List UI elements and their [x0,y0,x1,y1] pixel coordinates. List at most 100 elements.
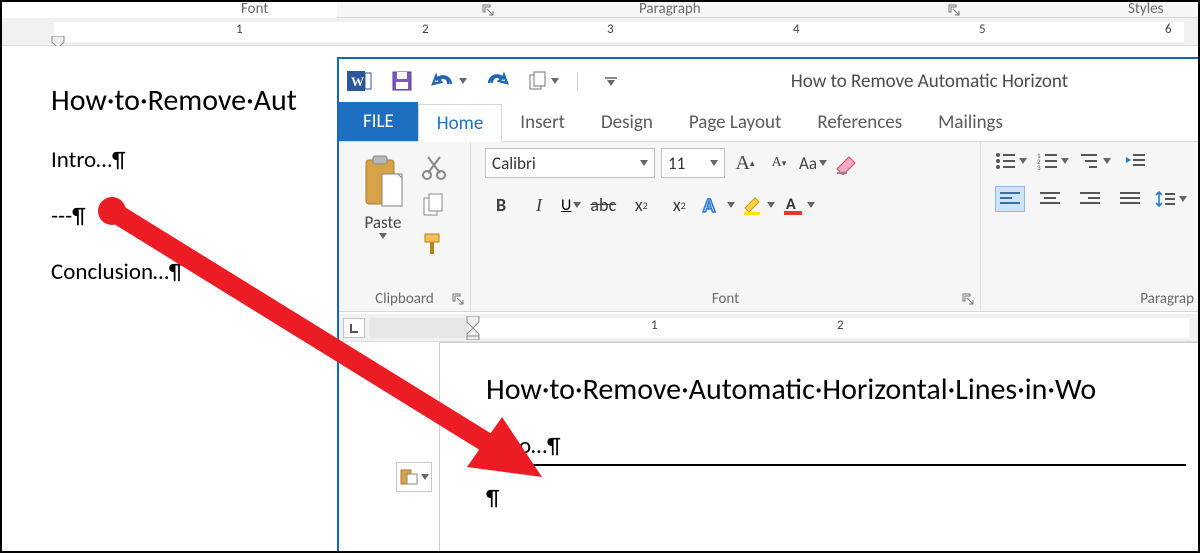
group-paragraph: 123 Paragrap [981,142,1200,311]
clear-formatting-icon[interactable] [833,151,859,175]
paste-icon [360,154,406,210]
shrink-font-button[interactable]: A▾ [765,149,793,177]
font-color-icon: A [781,194,805,216]
svg-text:3: 3 [1037,163,1041,170]
paste-label: Paste [365,212,402,233]
tab-design[interactable]: Design [583,103,671,141]
bg-ruler[interactable]: 1 2 3 4 5 6 [2,18,1200,46]
auto-horizontal-line [486,464,1186,466]
dialog-launcher-icon[interactable] [962,293,974,305]
dropdown-arrow-icon [710,160,718,166]
save-icon[interactable] [391,70,413,92]
bg-ribbon-groups-strip [337,2,1198,18]
font-name-value: Calibri [492,153,536,174]
bullets-icon [995,152,1017,170]
cut-icon[interactable] [421,154,447,180]
paste-options-icon [399,468,419,486]
numbering-icon: 123 [1037,152,1059,170]
bg-doc-title: How·to·Remove·Aut [51,82,297,119]
dropdown-arrow-icon [421,474,429,480]
highlight-icon [741,194,765,216]
dropdown-arrow-icon [640,160,648,166]
tab-file[interactable]: FILE [339,102,418,141]
tab-mailings[interactable]: Mailings [920,103,1021,141]
align-justify-button[interactable] [1115,186,1145,212]
ribbon: Paste Clipboard [339,142,1200,312]
multilevel-list-button[interactable] [1079,152,1111,170]
svg-text:W: W [351,74,364,89]
text-effects-icon: A [701,194,725,216]
documents-icon[interactable] [527,70,549,92]
font-name-combo[interactable]: Calibri [485,148,655,178]
undo-icon[interactable] [431,70,457,92]
undo-split-button[interactable] [431,70,467,92]
align-center-button[interactable] [1035,186,1065,212]
dialog-launcher-icon[interactable] [948,4,960,16]
align-right-button[interactable] [1075,186,1105,212]
ruler-number: 5 [979,22,986,37]
ruler-number: 2 [422,22,429,37]
bg-doc-line1: Intro…¶ [51,146,126,174]
tab-selector-button[interactable] [343,318,365,338]
tab-page-layout[interactable]: Page Layout [671,103,800,141]
line-spacing-button[interactable] [1155,190,1187,208]
highlight-button[interactable] [741,194,775,216]
align-left-button[interactable] [995,186,1025,212]
grow-font-button[interactable]: A▴ [731,149,759,177]
paste-button[interactable]: Paste [347,148,419,239]
dropdown-arrow-icon[interactable] [551,78,559,84]
dropdown-arrow-icon[interactable] [459,78,467,84]
bg-doc-line3: Conclusion…¶ [51,258,182,286]
numbering-button[interactable]: 123 [1037,152,1069,170]
group-clipboard-label: Clipboard [375,290,434,308]
text-effects-button[interactable]: A [701,194,735,216]
dialog-launcher-icon[interactable] [482,4,494,16]
fg-doc-line2: ¶ [486,484,1200,512]
ruler-number: 6 [1165,22,1172,37]
decrease-indent-button[interactable] [1121,148,1151,174]
tab-home[interactable]: Home [418,104,503,142]
italic-button[interactable]: I [523,190,555,220]
align-left-icon [1000,191,1020,207]
ruler-number: 4 [793,22,800,37]
dialog-launcher-icon[interactable] [452,293,464,305]
paste-options-button[interactable] [396,462,432,492]
underline-button[interactable]: U [561,196,581,215]
qat-separator [577,72,587,90]
ruler-number: 1 [236,22,243,37]
ruler-number: 1 [651,318,658,333]
subscript-button[interactable]: x2 [625,190,657,220]
ribbon-tabs: FILE Home Insert Design Page Layout Refe… [339,103,1200,142]
superscript-button[interactable]: x2 [663,190,695,220]
group-font: Calibri 11 A▴ A▾ Aa B [471,142,981,311]
bg-group-font-label: Font [241,0,268,18]
format-painter-icon[interactable] [421,230,447,256]
redo-icon[interactable] [485,70,509,92]
copy-icon[interactable] [421,192,447,218]
strikethrough-button[interactable]: abc [587,190,619,220]
fg-ruler[interactable]: 1 2 [339,314,1200,342]
bg-group-paragraph-label: Paragraph [639,0,701,18]
indent-marker-icon[interactable] [463,316,483,340]
fg-document-area[interactable]: How·to·Remove·Automatic·Horizontal·Lines… [439,342,1200,553]
bold-button[interactable]: B [485,190,517,220]
dropdown-arrow-icon[interactable] [379,233,387,239]
group-clipboard: Paste Clipboard [339,142,471,311]
bg-doc-line2: ---¶ [51,202,86,230]
bullets-button[interactable] [995,152,1027,170]
tab-insert[interactable]: Insert [502,103,583,141]
align-justify-icon [1120,191,1140,207]
font-color-button[interactable]: A [781,194,815,216]
qat-extra-button[interactable] [527,70,559,92]
fg-doc-title: How·to·Remove·Automatic·Horizontal·Lines… [486,371,1200,408]
word-window: W How to Remove Automatic Horizont [337,57,1200,553]
change-case-button[interactable]: Aa [799,153,827,174]
group-paragraph-label: Paragrap [1140,290,1194,308]
svg-text:A: A [703,194,716,216]
font-size-combo[interactable]: 11 [661,148,725,178]
qat-customize-button[interactable] [605,77,617,86]
font-size-value: 11 [668,153,685,174]
align-right-icon [1080,191,1100,207]
group-font-label: Font [712,290,739,308]
tab-references[interactable]: References [799,103,920,141]
